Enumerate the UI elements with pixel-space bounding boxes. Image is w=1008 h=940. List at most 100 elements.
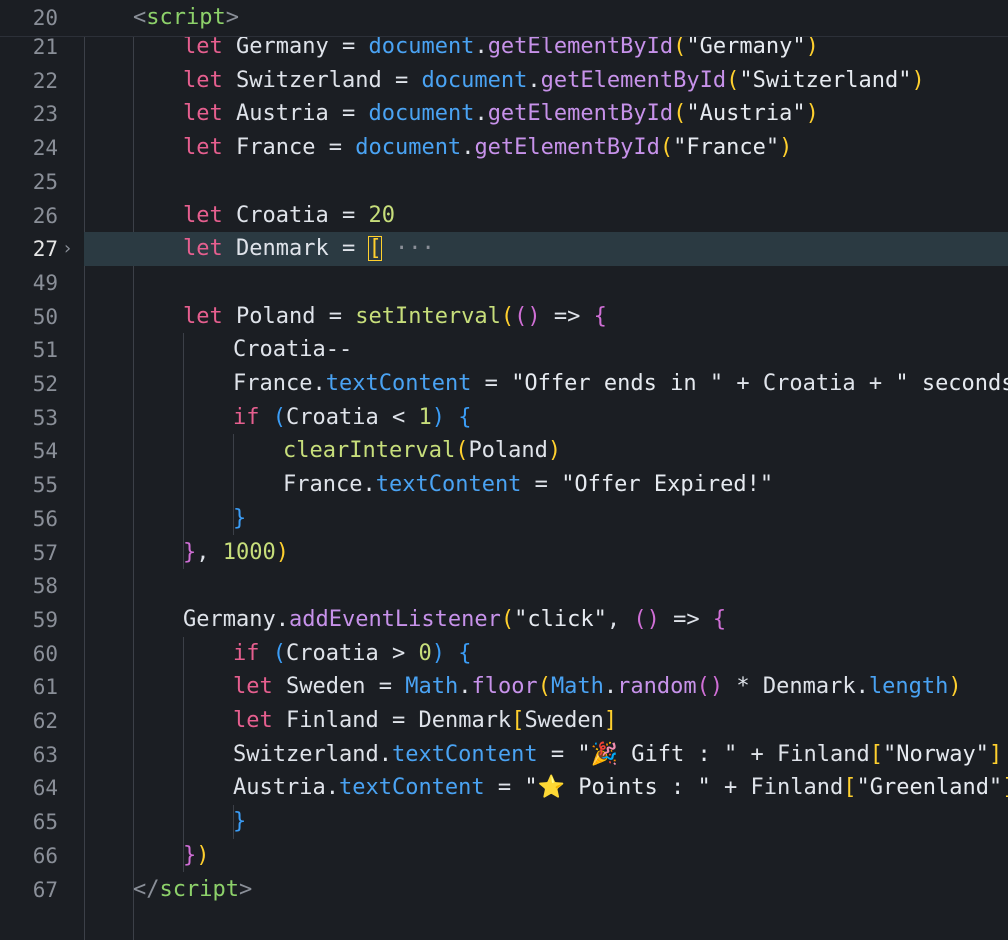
code-line[interactable]: if (Croatia < 1) { — [233, 401, 471, 435]
line-number: 61 — [32, 675, 58, 700]
code-token: Croatia — [762, 371, 856, 396]
line-number: 25 — [32, 169, 58, 194]
line-number: 49 — [32, 270, 58, 295]
editor-line[interactable]: 62 let Finland = Denmark[Sweden] — [0, 704, 1008, 738]
code-token: textContent — [338, 775, 485, 801]
editor-line[interactable]: 55 France.textContent = "Offer Expired!" — [0, 468, 1008, 502]
code-token: { — [712, 606, 727, 632]
code-token: = — [391, 708, 406, 733]
code-line[interactable]: <script> — [133, 0, 239, 36]
line-number: 54 — [32, 439, 58, 464]
code-token: ( — [537, 674, 551, 700]
code-line[interactable]: Austria.textContent = "⭐ Points : " + Fi… — [233, 771, 1008, 805]
code-line[interactable]: let Austria = document.getElementById("A… — [183, 97, 819, 131]
code-token: getElementById — [540, 67, 727, 93]
editor-line[interactable]: 60 if (Croatia > 0) { — [0, 637, 1008, 671]
code-line[interactable]: let Poland = setInterval(() => { — [183, 300, 607, 334]
code-token: = — [378, 674, 392, 700]
code-line[interactable]: if (Croatia > 0) { — [233, 637, 471, 671]
code-token: < — [391, 404, 406, 430]
code-token: Sweden — [524, 708, 604, 733]
code-token: { — [458, 404, 472, 430]
sticky-scroll-header[interactable]: 20 <script> — [0, 0, 1008, 37]
code-token: . — [474, 101, 488, 127]
code-token: [ — [368, 236, 382, 262]
editor-line[interactable]: 57}, 1000) — [0, 536, 1008, 570]
editor-line[interactable]: 65} — [0, 805, 1008, 839]
editor-line[interactable]: 23 let Austria = document.getElementById(… — [0, 97, 1008, 131]
editor-line[interactable]: 49 — [0, 266, 1008, 300]
editor-line[interactable]: 54 clearInterval(Poland) — [0, 434, 1008, 468]
code-line[interactable]: France.textContent = "Offer Expired!" — [283, 468, 773, 502]
code-token: ) — [275, 539, 289, 565]
code-line[interactable]: </script> — [133, 873, 252, 907]
code-token: "Austria" — [686, 101, 806, 127]
code-line[interactable]: let Finland = Denmark[Sweden] — [233, 704, 617, 738]
editor-line[interactable]: 50 let Poland = setInterval(() => { — [0, 300, 1008, 334]
code-line[interactable]: let Croatia = 20 — [183, 199, 395, 233]
editor-line[interactable]: 66}) — [0, 839, 1008, 873]
code-line[interactable]: let Denmark = [ ··· — [183, 232, 435, 266]
code-token: " seconds" — [895, 371, 1008, 396]
code-token: = — [341, 236, 356, 262]
code-token: . — [855, 674, 869, 700]
code-token: . — [527, 67, 541, 93]
editor-line[interactable]: 22 let Switzerland = document.getElementB… — [0, 64, 1008, 98]
editor-line[interactable]: 25 — [0, 165, 1008, 199]
editor-line[interactable]: 63 Switzerland.textContent = "🎉 Gift : " … — [0, 738, 1008, 772]
code-token: let — [233, 674, 273, 700]
editor-line[interactable]: 51 Croatia-- — [0, 333, 1008, 367]
code-line[interactable]: Germany.addEventListener("click", () => … — [183, 603, 726, 637]
editor-line[interactable]: 24 let France = document.getElementById("… — [0, 131, 1008, 165]
code-token: } — [233, 809, 247, 835]
code-line[interactable]: } — [233, 502, 246, 536]
code-token: < — [133, 5, 147, 30]
code-line[interactable]: clearInterval(Poland) — [283, 434, 561, 468]
code-token: if — [233, 640, 260, 666]
line-number: 22 — [32, 68, 58, 93]
editor-line[interactable]: 61 let Sweden = Math.floor(Math.random() … — [0, 670, 1008, 704]
editor-line[interactable]: 59 Germany.addEventListener("click", () =… — [0, 603, 1008, 637]
code-line[interactable]: }, 1000) — [183, 536, 289, 570]
code-token: "⭐ Points : " — [524, 775, 711, 801]
fold-chevron-icon[interactable]: › — [62, 232, 73, 266]
line-number: 67 — [32, 877, 58, 902]
code-token: => — [659, 606, 713, 632]
code-line[interactable]: France.textContent = "Offer ends in " + … — [233, 367, 1008, 401]
code-line[interactable]: }) — [183, 839, 210, 873]
code-line[interactable]: Switzerland.textContent = "🎉 Gift : " + … — [233, 738, 1002, 772]
code-token: floor — [471, 674, 538, 700]
code-token: = — [341, 202, 356, 228]
editor-line[interactable]: 52 France.textContent = "Offer ends in " … — [0, 367, 1008, 401]
editor-line[interactable]: 58 — [0, 569, 1008, 603]
code-token: + — [737, 741, 777, 767]
line-number: 60 — [32, 641, 58, 666]
code-line[interactable]: Croatia-- — [233, 333, 352, 367]
code-token: Croatia-- — [233, 337, 353, 363]
line-number: 26 — [32, 203, 58, 228]
editor-line[interactable]: 56} — [0, 502, 1008, 536]
code-token: > — [225, 5, 239, 30]
code-editor[interactable]: 20 <script> 21 let Germany = document.getE… — [0, 0, 1008, 940]
code-line[interactable]: } — [233, 805, 246, 839]
code-token: textContent — [375, 472, 522, 498]
code-token: = — [341, 34, 356, 59]
code-token: let — [183, 135, 223, 161]
code-line[interactable]: let France = document.getElementById("Fr… — [183, 131, 792, 165]
editor-line[interactable]: 26 let Croatia = 20 — [0, 199, 1008, 233]
editor-line[interactable]: 67 </script> — [0, 873, 1008, 907]
code-token: Croatia — [222, 202, 342, 228]
code-line[interactable]: let Switzerland = document.getElementByI… — [183, 64, 925, 98]
code-line[interactable]: let Sweden = Math.floor(Math.random() * … — [233, 670, 962, 704]
editor-line[interactable]: 64 Austria.textContent = "⭐ Points : " + … — [0, 771, 1008, 805]
code-token: . — [362, 472, 376, 498]
editor-line[interactable]: 53 if (Croatia < 1) { — [0, 401, 1008, 435]
code-token: script — [146, 5, 226, 30]
active-line[interactable]: 27 › let Denmark = [ ··· — [0, 232, 1008, 267]
code-token: ] — [1002, 775, 1008, 800]
code-token: 1000 — [222, 539, 276, 565]
code-token: ) — [805, 101, 819, 127]
